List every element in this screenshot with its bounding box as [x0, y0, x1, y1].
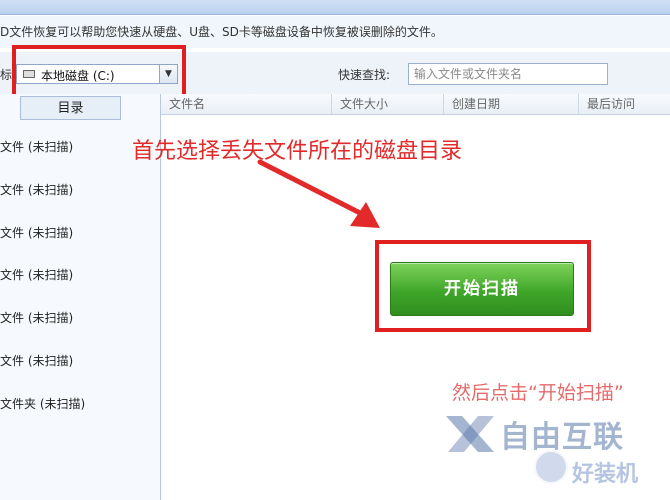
column-last-access[interactable]: 最后访问: [579, 94, 670, 114]
watermark-logo-icon: [446, 416, 494, 452]
column-filesize[interactable]: 文件大小: [332, 94, 444, 114]
directory-item[interactable]: 文件 (未扫描): [0, 138, 73, 155]
start-scan-button[interactable]: 开始扫描: [390, 262, 574, 316]
annotation-arrow-icon: [257, 159, 380, 228]
column-filename[interactable]: 文件名: [161, 94, 332, 114]
directory-item[interactable]: 文件 (未扫描): [0, 309, 73, 326]
watermark-circle-icon: [534, 450, 568, 484]
window-title-strip: [0, 0, 670, 15]
file-list-header: 文件名 文件大小 创建日期 最后访问: [161, 94, 670, 115]
directory-item[interactable]: 文件夹 (未扫描): [0, 395, 85, 412]
hint-text: D文件恢复可以帮助您快速从硬盘、U盘、SD卡等磁盘设备中恢复被误删除的文件。: [0, 25, 443, 39]
watermark-brand: 自由互联: [500, 420, 624, 455]
drive-highlight-box: [12, 45, 186, 99]
quick-search-input[interactable]: [408, 63, 608, 85]
directory-item[interactable]: 文件 (未扫描): [0, 224, 73, 241]
directory-item[interactable]: 文件 (未扫描): [0, 181, 73, 198]
watermark-sub: 好装机: [572, 462, 639, 487]
tab-directory[interactable]: 目录: [20, 96, 121, 120]
quick-search-label: 快速查找:: [338, 68, 391, 82]
column-created[interactable]: 创建日期: [444, 94, 579, 114]
instruction-step2: 然后点击“开始扫描”: [452, 382, 624, 404]
directory-item[interactable]: 文件 (未扫描): [0, 266, 73, 283]
directory-item[interactable]: 文件 (未扫描): [0, 352, 73, 369]
